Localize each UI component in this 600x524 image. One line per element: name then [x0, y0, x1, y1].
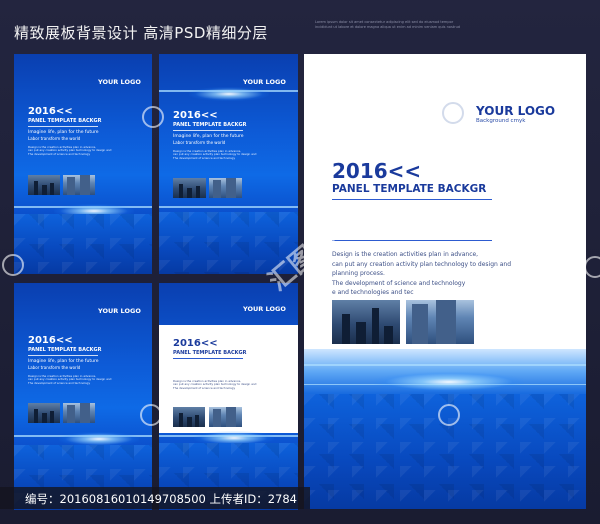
panel-rule: [173, 130, 243, 131]
panel-preview-large: YOUR LOGO Background cmyk 2016<< PANEL T…: [304, 54, 586, 509]
panel-year: 2016<<: [28, 335, 73, 346]
panel-preview-2: YOUR LOGO 2016<< PANEL TEMPLATE BACKGR I…: [159, 54, 298, 274]
panel-logo-subtitle: Background cmyk: [476, 118, 526, 124]
watermark-logo-icon: [140, 404, 162, 426]
panel-title: PANEL TEMPLATE BACKGR: [173, 350, 247, 356]
panel-logo: YOUR LOGO: [243, 305, 286, 313]
panel-body-line: Design is the creation activities plan i…: [332, 251, 479, 258]
light-flare: [59, 432, 139, 446]
watermark-logo-icon: [584, 256, 600, 278]
panel-preview-3: YOUR LOGO 2016<< PANEL TEMPLATE BACKGR I…: [14, 283, 152, 510]
panel-title: PANEL TEMPLATE BACKGR: [28, 118, 102, 124]
skyscraper-photo: [209, 178, 242, 198]
panel-line1: Imagine life, plan for the future: [173, 362, 244, 367]
light-flare: [374, 372, 524, 392]
city-photo: [332, 300, 400, 344]
city-photo: [173, 178, 206, 198]
panel-body: Design is the creation activities plan i…: [173, 149, 273, 160]
panel-body-line: The development of science and technolog…: [28, 151, 91, 156]
panel-line2: Labor transform the world: [28, 136, 81, 141]
panel-rule: [332, 199, 492, 200]
skyscraper-photo: [63, 175, 95, 195]
panel-stripe: [159, 206, 298, 208]
panel-rule: [173, 358, 243, 359]
skyscraper-photo: [63, 403, 95, 423]
city-photo: [28, 175, 60, 195]
watermark-logo-icon: [442, 102, 464, 124]
panel-line2: Labor transform the world: [173, 368, 226, 373]
panel-year: 2016<<: [173, 110, 218, 121]
panel-year: 2016<<: [173, 338, 218, 349]
light-flare: [189, 87, 269, 101]
panel-body-line: The development of science and technolog…: [173, 385, 236, 390]
panel-title: PANEL TEMPLATE BACKGR: [332, 183, 487, 195]
panel-body-line: planning process.: [332, 270, 385, 277]
panel-line2: Labor transform the world: [173, 140, 226, 145]
panel-rule: [28, 355, 98, 356]
panel-stripe: [304, 364, 586, 366]
panel-preview-4: YOUR LOGO 2016<< PANEL TEMPLATE BACKGR I…: [159, 283, 298, 510]
panel-title: PANEL TEMPLATE BACKGR: [28, 347, 102, 353]
panel-logo: YOUR LOGO: [476, 104, 556, 118]
panel-body: Design is the creation activities plan i…: [332, 250, 532, 298]
panel-logo: YOUR LOGO: [98, 307, 141, 315]
watermark-logo-icon: [142, 106, 164, 128]
skyscraper-photo: [209, 407, 242, 427]
panel-body-line: The development of science and technolog…: [173, 155, 236, 160]
panel-body: Design is the creation activities plan i…: [173, 379, 273, 390]
city-photo: [173, 407, 205, 427]
panel-year: 2016<<: [28, 106, 73, 117]
panel-logo: YOUR LOGO: [243, 78, 286, 86]
panel-preview-1: YOUR LOGO 2016<< PANEL TEMPLATE BACKGR I…: [14, 54, 152, 274]
page-title: 精致展板背景设计 高清PSD精细分层: [14, 24, 268, 42]
panel-logo: YOUR LOGO: [98, 78, 141, 86]
panel-body-line: The development of science and technolog…: [28, 380, 91, 385]
panel-body-line: e and technologies and tec: [332, 289, 414, 296]
panel-line1: Imagine life, plan for the future: [332, 210, 489, 221]
panel-title: PANEL TEMPLATE BACKGR: [173, 122, 247, 128]
panel-body-line: can put any creation activity plan techn…: [332, 260, 512, 268]
watermark-logo-icon: [2, 254, 24, 276]
footer-id-text: 编号：20160816010149708500 上传者ID：2784: [25, 492, 298, 506]
city-photo: [28, 403, 60, 423]
panel-line2: Labor transform the world: [28, 365, 81, 370]
panel-line2: Labor transform the world: [332, 223, 444, 233]
panel-polygon-bg: [14, 214, 152, 274]
watermark-logo-icon: [438, 404, 460, 426]
panel-line1: Imagine life, plan for the future: [28, 359, 99, 364]
panel-rule-2: [332, 240, 492, 241]
panel-body: Design is the creation activities plan i…: [28, 374, 128, 385]
panel-line1: Imagine life, plan for the future: [28, 130, 99, 135]
header-fine-print: Lorem ipsum dolor sit amet consectetur a…: [315, 20, 461, 29]
skyscraper-photo: [406, 300, 474, 344]
panel-body-line: The development of science and technolog…: [332, 279, 466, 287]
panel-rule: [28, 126, 98, 127]
panel-line1: Imagine life, plan for the future: [173, 134, 244, 139]
panel-year: 2016<<: [332, 159, 422, 183]
panel-body: Design is the creation activities plan i…: [28, 145, 128, 156]
